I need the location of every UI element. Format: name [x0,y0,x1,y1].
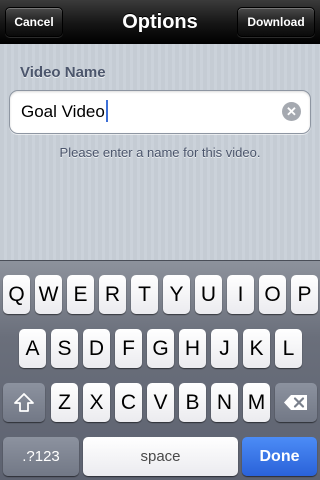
video-name-hint: Please enter a name for this video. [59,145,261,160]
key-p[interactable]: P [291,275,318,314]
key-c[interactable]: C [115,383,142,422]
options-content: Video Name Goal Video ✕ Please enter a n… [0,44,320,260]
numbers-key[interactable]: .?123 [3,437,79,476]
video-name-field[interactable]: Goal Video ✕ [9,90,311,134]
video-name-label: Video Name [20,64,106,81]
key-l[interactable]: L [275,329,302,368]
done-key[interactable]: Done [242,437,317,476]
key-n[interactable]: N [211,383,238,422]
key-x[interactable]: X [83,383,110,422]
key-a[interactable]: A [19,329,46,368]
key-t[interactable]: T [131,275,158,314]
video-name-input-text[interactable]: Goal Video [21,91,108,133]
key-f[interactable]: F [115,329,142,368]
key-q[interactable]: Q [3,275,30,314]
key-v[interactable]: V [147,383,174,422]
key-g[interactable]: G [147,329,174,368]
video-name-value: Goal Video [21,102,105,121]
page-title: Options [122,11,198,33]
key-o[interactable]: O [259,275,286,314]
key-s[interactable]: S [51,329,78,368]
keyboard: Q W E R T Y U I O P A S D F G H J K L Z … [0,260,320,480]
key-j[interactable]: J [211,329,238,368]
space-key[interactable]: space [83,437,238,476]
key-u[interactable]: U [195,275,222,314]
clear-text-icon[interactable]: ✕ [282,102,301,121]
key-z[interactable]: Z [51,383,78,422]
shift-icon [3,383,45,422]
key-e[interactable]: E [67,275,94,314]
key-w[interactable]: W [35,275,62,314]
key-y[interactable]: Y [163,275,190,314]
key-i[interactable]: I [227,275,254,314]
download-button[interactable]: Download [237,7,315,37]
key-k[interactable]: K [243,329,270,368]
navigation-bar: Cancel Options Download [0,0,320,44]
key-h[interactable]: H [179,329,206,368]
key-d[interactable]: D [83,329,110,368]
key-b[interactable]: B [179,383,206,422]
cancel-button[interactable]: Cancel [5,7,63,37]
text-caret [105,100,108,123]
shift-key[interactable] [3,383,45,422]
key-m[interactable]: M [243,383,270,422]
backspace-icon [275,383,317,422]
key-r[interactable]: R [99,275,126,314]
backspace-key[interactable] [275,383,317,422]
